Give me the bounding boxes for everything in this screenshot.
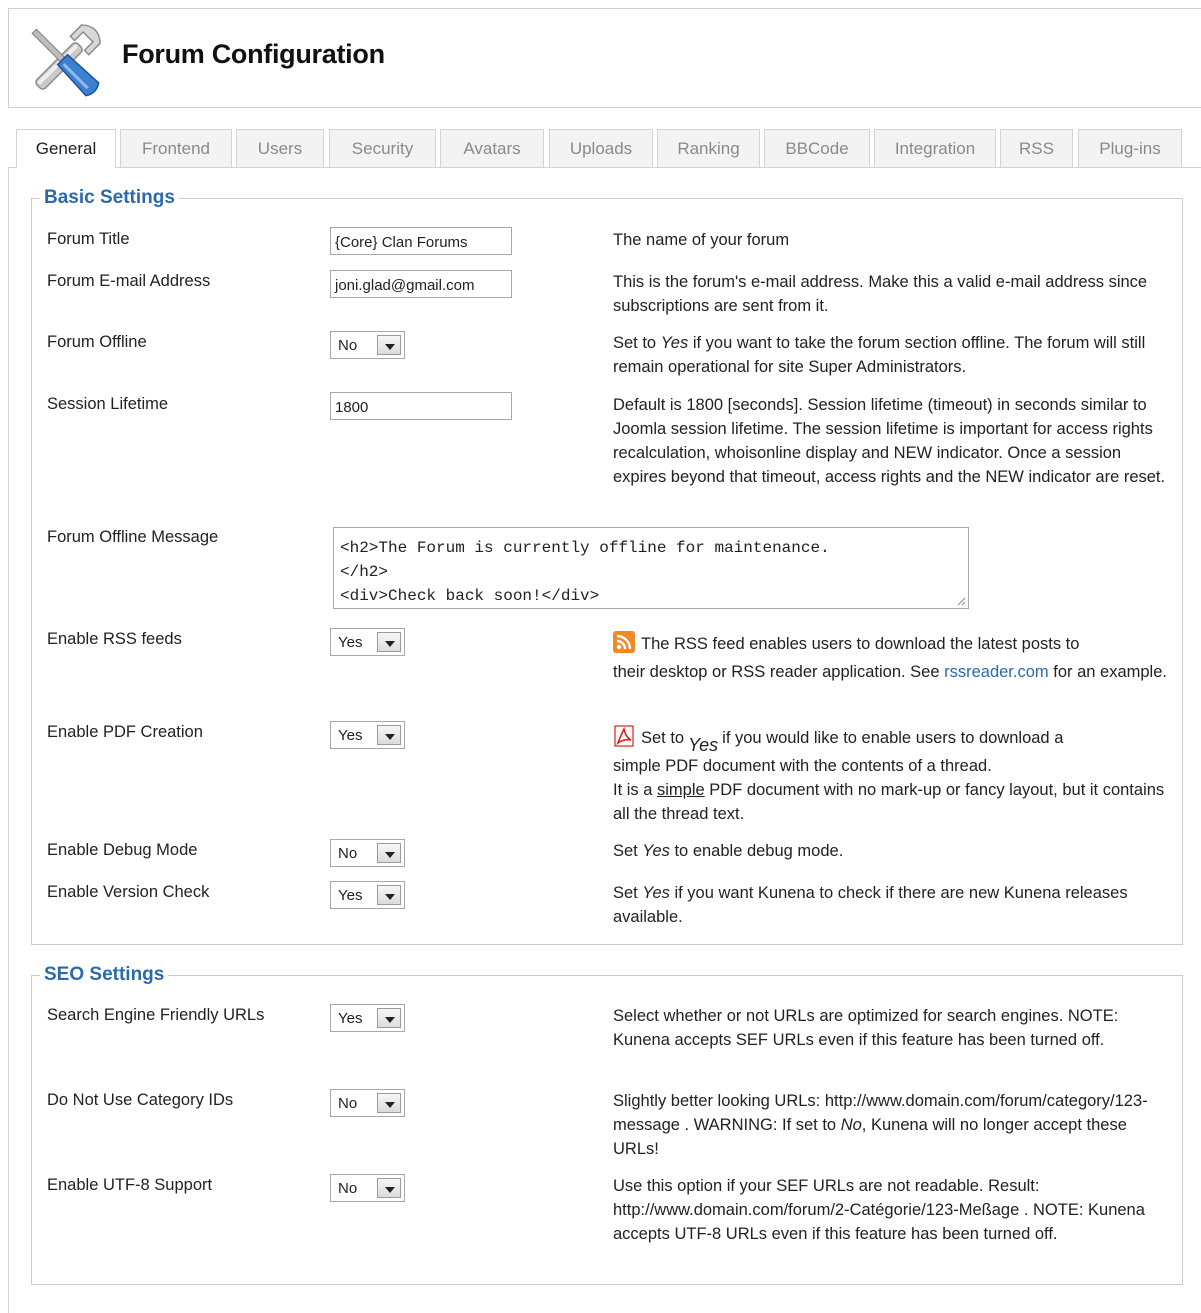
forum-email-input[interactable]: joni.glad@gmail.com bbox=[330, 270, 512, 298]
resize-grip-icon[interactable] bbox=[956, 596, 966, 606]
desc-emphasis: Yes bbox=[688, 735, 719, 755]
version-check-value: Yes bbox=[338, 887, 363, 904]
forum-offline-value: No bbox=[338, 337, 358, 354]
offline-message-label: Forum Offline Message bbox=[47, 528, 219, 546]
rss-icon bbox=[613, 631, 635, 653]
forum-title-input[interactable]: {Core} Clan Forums bbox=[330, 227, 512, 255]
pdf-select[interactable]: Yes bbox=[330, 721, 405, 749]
rssreader-link[interactable]: rssreader.com bbox=[944, 663, 1049, 681]
tab-integration[interactable]: Integration bbox=[874, 129, 996, 167]
rss-desc: The RSS feed enables users to download t… bbox=[613, 628, 1173, 684]
pdf-value: Yes bbox=[338, 727, 363, 744]
desc-text: Set to bbox=[641, 729, 685, 747]
tab-avatars[interactable]: Avatars bbox=[440, 129, 544, 167]
no-category-ids-select[interactable]: No bbox=[330, 1089, 405, 1117]
tab-plug-ins[interactable]: Plug-ins bbox=[1078, 129, 1182, 167]
pdf-icon bbox=[614, 725, 634, 747]
desc-text: if you want to take the forum section of… bbox=[613, 334, 1146, 376]
utf8-label: Enable UTF-8 Support bbox=[47, 1176, 213, 1194]
version-check-label: Enable Version Check bbox=[47, 883, 210, 901]
desc-emphasis: Yes bbox=[642, 884, 670, 902]
basic-settings-legend: Basic Settings bbox=[40, 185, 179, 211]
session-lifetime-input[interactable]: 1800 bbox=[330, 392, 512, 420]
desc-text: if you would like to enable users to dow… bbox=[722, 729, 1064, 747]
sef-urls-select[interactable]: Yes bbox=[330, 1004, 405, 1032]
desc-emphasis: Yes bbox=[660, 334, 689, 352]
sef-urls-desc: Select whether or not URLs are optimized… bbox=[613, 1007, 1119, 1049]
pdf-desc: Set to Yes if you would like to enable use… bbox=[613, 721, 1173, 826]
wrench-screwdriver-icon bbox=[31, 24, 101, 97]
tab-ranking[interactable]: Ranking bbox=[657, 129, 760, 167]
chevron-down-icon bbox=[377, 885, 401, 905]
chevron-down-icon bbox=[377, 725, 401, 745]
forum-email-desc: This is the forum's e-mail address. Make… bbox=[613, 273, 1148, 315]
page-header: Forum Configuration bbox=[8, 8, 1201, 108]
rss-select[interactable]: Yes bbox=[330, 628, 405, 656]
forum-title-label: Forum Title bbox=[47, 230, 130, 248]
utf8-desc: Use this option if your SEF URLs are not… bbox=[613, 1177, 1145, 1243]
chevron-down-icon bbox=[377, 335, 401, 355]
desc-text: simple PDF document with the contents of… bbox=[613, 757, 992, 775]
page-title: Forum Configuration bbox=[122, 39, 385, 69]
seo-settings-legend: SEO Settings bbox=[40, 962, 169, 988]
desc-text: to enable debug mode. bbox=[669, 842, 844, 860]
tab-security[interactable]: Security bbox=[329, 129, 436, 167]
no-category-ids-value: No bbox=[338, 1095, 358, 1112]
tab-general[interactable]: General bbox=[16, 129, 116, 168]
pdf-label: Enable PDF Creation bbox=[47, 723, 203, 741]
forum-offline-select[interactable]: No bbox=[330, 331, 405, 359]
desc-text: Set bbox=[613, 842, 643, 860]
desc-emphasis: Yes bbox=[642, 842, 670, 860]
tab-uploads[interactable]: Uploads bbox=[549, 129, 653, 167]
chevron-down-icon bbox=[377, 1178, 401, 1198]
session-lifetime-label: Session Lifetime bbox=[47, 395, 169, 413]
forum-offline-label: Forum Offline bbox=[47, 333, 147, 351]
desc-text: It is a bbox=[613, 781, 658, 799]
sef-urls-value: Yes bbox=[338, 1010, 363, 1027]
desc-text: their desktop or RSS reader application.… bbox=[613, 663, 945, 681]
utf8-value: No bbox=[338, 1180, 358, 1197]
tab-frontend[interactable]: Frontend bbox=[120, 129, 232, 167]
rss-label: Enable RSS feeds bbox=[47, 630, 182, 648]
debug-select[interactable]: No bbox=[330, 839, 405, 867]
forum-title-desc: The name of your forum bbox=[613, 231, 790, 249]
forum-email-label: Forum E-mail Address bbox=[47, 272, 211, 290]
desc-text: for an example. bbox=[1048, 663, 1167, 681]
tab-bbcode[interactable]: BBCode bbox=[764, 129, 870, 167]
desc-text: Set bbox=[613, 884, 643, 902]
desc-emphasis: No bbox=[840, 1116, 862, 1134]
tab-rss[interactable]: RSS bbox=[1000, 129, 1073, 167]
chevron-down-icon bbox=[377, 1008, 401, 1028]
forum-offline-desc: Set to Yes if you want to take the forum… bbox=[613, 331, 1173, 379]
utf8-select[interactable]: No bbox=[330, 1174, 405, 1202]
desc-underline: simple bbox=[657, 781, 705, 799]
chevron-down-icon bbox=[377, 843, 401, 863]
tab-users[interactable]: Users bbox=[236, 129, 324, 167]
sef-urls-label: Search Engine Friendly URLs bbox=[47, 1006, 265, 1024]
debug-desc: Set Yes to enable debug mode. bbox=[613, 839, 1173, 863]
chevron-down-icon bbox=[377, 632, 401, 652]
offline-message-textarea[interactable]: <h2>The Forum is currently offline for m… bbox=[333, 527, 969, 609]
desc-text: Set to bbox=[613, 334, 661, 352]
rss-value: Yes bbox=[338, 634, 363, 651]
debug-value: No bbox=[338, 845, 358, 862]
version-check-select[interactable]: Yes bbox=[330, 881, 405, 909]
chevron-down-icon bbox=[377, 1093, 401, 1113]
no-category-ids-desc: Slightly better looking URLs: http://www… bbox=[613, 1089, 1173, 1161]
desc-text: if you want Kunena to check if there are… bbox=[613, 884, 1128, 926]
version-check-desc: Set Yes if you want Kunena to check if t… bbox=[613, 881, 1173, 929]
session-lifetime-desc: Default is 1800 [seconds]. Session lifet… bbox=[613, 396, 1166, 486]
desc-text: The RSS feed enables users to download t… bbox=[641, 635, 1080, 653]
no-category-ids-label: Do Not Use Category IDs bbox=[47, 1091, 234, 1109]
offline-message-text: <h2>The Forum is currently offline for m… bbox=[340, 539, 830, 605]
debug-label: Enable Debug Mode bbox=[47, 841, 198, 859]
